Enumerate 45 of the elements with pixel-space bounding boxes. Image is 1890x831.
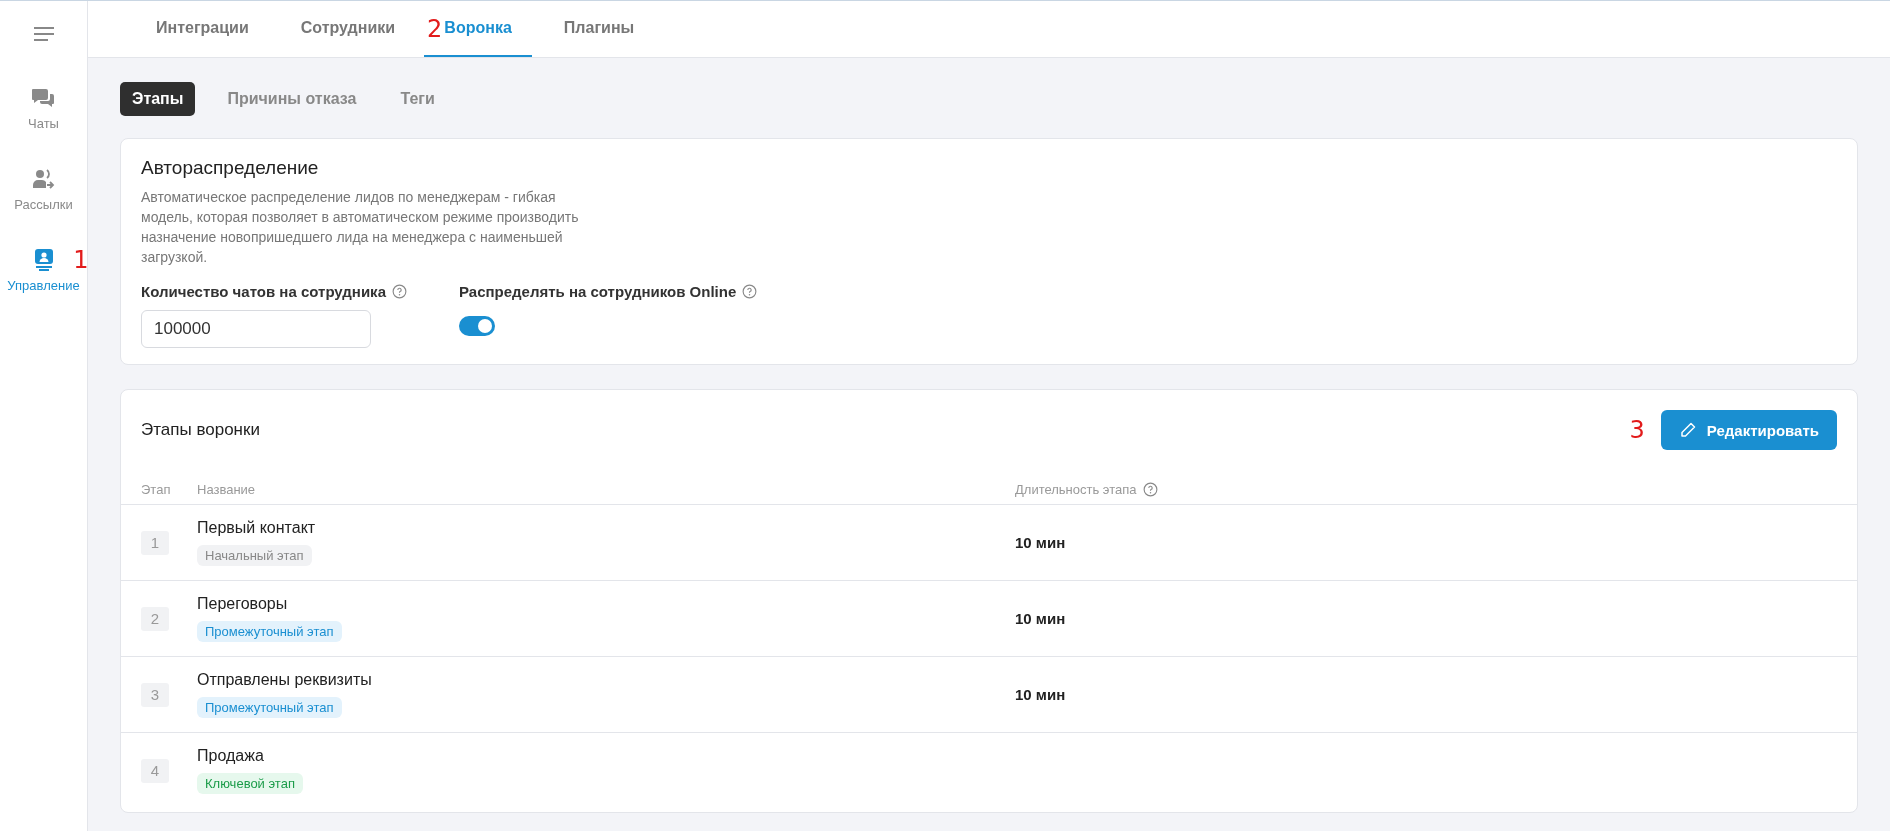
callout-number: 3 xyxy=(1629,416,1645,444)
card-title: Автораспределение xyxy=(141,157,320,179)
stage-number: 3 xyxy=(141,682,169,707)
stage-number: 2 xyxy=(141,606,169,631)
stage-tag: Начальный этап xyxy=(197,545,312,566)
description-text: Автоматическое распределение лидов по менеджерам - гибкая модель, которая позволяет в автоматическом режиме производить назначение новопришедшего лида на менеджера с наименьшей загрузкой. xyxy=(141,188,580,267)
help-icon[interactable] xyxy=(1142,481,1158,497)
tab[interactable]: Интеграции xyxy=(136,1,269,57)
person-arrow-icon xyxy=(31,167,56,191)
duration-text: 10 мин xyxy=(1015,610,1066,627)
stage-name: Первый контакт xyxy=(197,519,316,537)
sub-tab[interactable]: Причины отказа xyxy=(215,82,369,116)
column-header: Этап xyxy=(141,481,171,497)
pencil-icon xyxy=(1678,421,1697,439)
stage-number: 4 xyxy=(141,758,169,783)
duration-text: 10 мин xyxy=(1015,686,1066,703)
chat-bubbles-icon xyxy=(31,86,56,110)
edit-button[interactable]: Редактировать xyxy=(1660,410,1837,450)
help-icon[interactable] xyxy=(742,284,758,299)
tab[interactable]: Сотрудники xyxy=(280,1,416,57)
field-label: Количество чатов на сотрудника xyxy=(141,283,386,300)
person-badge-icon xyxy=(32,248,55,272)
stage-tag: Ключевой этап xyxy=(197,773,303,794)
stage-name: Переговоры xyxy=(197,595,288,613)
duration-text: 10 мин xyxy=(1015,534,1066,551)
sidebar-item[interactable]: Рассылки xyxy=(14,167,73,212)
stage-tag: Промежуточный этап xyxy=(197,697,342,718)
stage-number: 1 xyxy=(141,530,169,555)
column-header: Название xyxy=(197,481,256,497)
menu-icon[interactable] xyxy=(32,26,55,42)
stage-name: Продажа xyxy=(197,747,264,765)
sidebar-item[interactable]: Чаты xyxy=(28,86,59,131)
tab[interactable]: Плагины xyxy=(543,1,655,57)
toggle-switch[interactable] xyxy=(459,316,495,336)
sub-tab[interactable]: Этапы xyxy=(120,82,196,116)
field-label: Распределять на сотрудников Online xyxy=(459,283,737,300)
help-icon[interactable] xyxy=(392,284,407,299)
sub-tab[interactable]: Теги xyxy=(388,82,447,116)
input-field[interactable]: 100000 xyxy=(141,310,371,348)
card-title: Этапы воронки xyxy=(141,420,260,440)
stage-name: Отправлены реквизиты xyxy=(197,671,372,689)
callout-number: 1 xyxy=(73,246,89,274)
callout-number: 2 xyxy=(427,14,443,45)
stage-tag: Промежуточный этап xyxy=(197,621,342,642)
column-header: Длительность этапа xyxy=(1015,481,1137,497)
